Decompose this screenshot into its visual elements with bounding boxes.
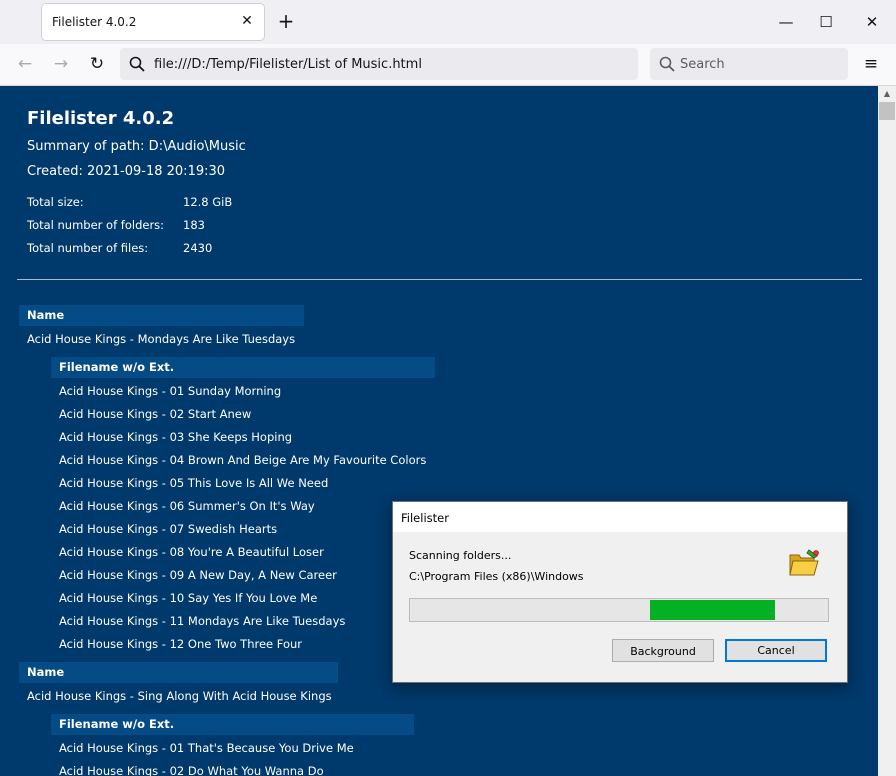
filename-column-header: Filename w/o Ext. [51,357,435,378]
scan-progress-bar [409,598,829,622]
track-item: Acid House Kings - 03 She Keeps Hoping [59,430,293,444]
address-bar[interactable]: file:///D:/Temp/Filelister/List of Music… [120,48,638,80]
name-column-header: Name [19,662,338,683]
name-column-header: Name [19,305,304,326]
forward-button[interactable]: → [49,52,73,76]
stat-label: Total number of files: [27,241,149,255]
track-item: Acid House Kings - 09 A New Day, A New C… [59,568,337,582]
background-button[interactable]: Background [612,639,714,662]
divider [17,279,862,280]
created-date: Created: 2021-09-18 20:19:30 [27,164,226,179]
back-button[interactable]: ← [13,52,37,76]
tab-close-icon[interactable]: ✕ [238,12,256,30]
track-item: Acid House Kings - 02 Do What You Wanna … [59,764,324,776]
tab-filelister[interactable]: Filelister 4.0.2 ✕ [42,4,264,40]
dialog-titlebar[interactable]: Filelister [393,502,847,532]
track-item: Acid House Kings - 06 Summer's On It's W… [59,499,315,513]
reload-button[interactable]: ↻ [85,52,109,76]
scroll-up-icon[interactable]: ▲ [878,86,896,102]
search-input[interactable]: Search [650,48,848,80]
stat-value: 12.8 GiB [183,195,233,209]
maximize-button[interactable]: ☐ [814,10,838,34]
stat-value: 183 [183,218,205,232]
scan-current-path: C:\Program Files (x86)\Windows [409,570,584,583]
tab-bar: Filelister 4.0.2 ✕ + — ☐ ✕ [0,0,896,44]
stat-value: 2430 [183,241,213,255]
url-text[interactable]: file:///D:/Temp/Filelister/List of Music… [154,57,422,72]
nav-toolbar: ← → ↻ file:///D:/Temp/Filelister/List of… [0,44,896,86]
menu-icon[interactable]: ≡ [860,52,882,76]
album-name: Acid House Kings - Mondays Are Like Tues… [27,332,296,346]
window-close-button[interactable]: ✕ [860,10,884,34]
new-tab-button[interactable]: + [276,11,296,31]
stat-label: Total number of folders: [27,218,165,232]
track-item: Acid House Kings - 01 Sunday Morning [59,384,282,398]
search-icon [129,56,145,72]
scan-status: Scanning folders... [409,549,512,562]
filename-column-header: Filename w/o Ext. [51,714,414,735]
track-item: Acid House Kings - 05 This Love Is All W… [59,476,329,490]
minimize-button[interactable]: — [774,10,798,34]
vertical-scrollbar[interactable]: ▲ [878,86,896,776]
track-item: Acid House Kings - 10 Say Yes If You Lov… [59,591,318,605]
track-item: Acid House Kings - 07 Swedish Hearts [59,522,278,536]
scrollbar-thumb[interactable] [879,102,895,120]
stat-label: Total size: [27,195,84,209]
summary-path: Summary of path: D:\Audio\Music [27,139,246,154]
cancel-button[interactable]: Cancel [725,639,827,662]
track-item: Acid House Kings - 11 Mondays Are Like T… [59,614,346,628]
search-icon [659,56,675,72]
track-item: Acid House Kings - 01 That's Because You… [59,741,354,755]
album-name: Acid House Kings - Sing Along With Acid … [27,689,332,703]
track-item: Acid House Kings - 08 You're A Beautiful… [59,545,324,559]
track-item: Acid House Kings - 12 One Two Three Four [59,637,303,651]
page-title: Filelister 4.0.2 [27,108,175,129]
progress-fill [650,600,775,620]
folder-icon [789,549,819,576]
scan-progress-dialog: Filelister Scanning folders... C:\Progra… [392,501,848,683]
tab-title: Filelister 4.0.2 [52,15,137,29]
track-item: Acid House Kings - 04 Brown And Beige Ar… [59,453,427,467]
track-item: Acid House Kings - 02 Start Anew [59,407,252,421]
dialog-title: Filelister [401,511,449,525]
search-placeholder: Search [680,57,725,72]
